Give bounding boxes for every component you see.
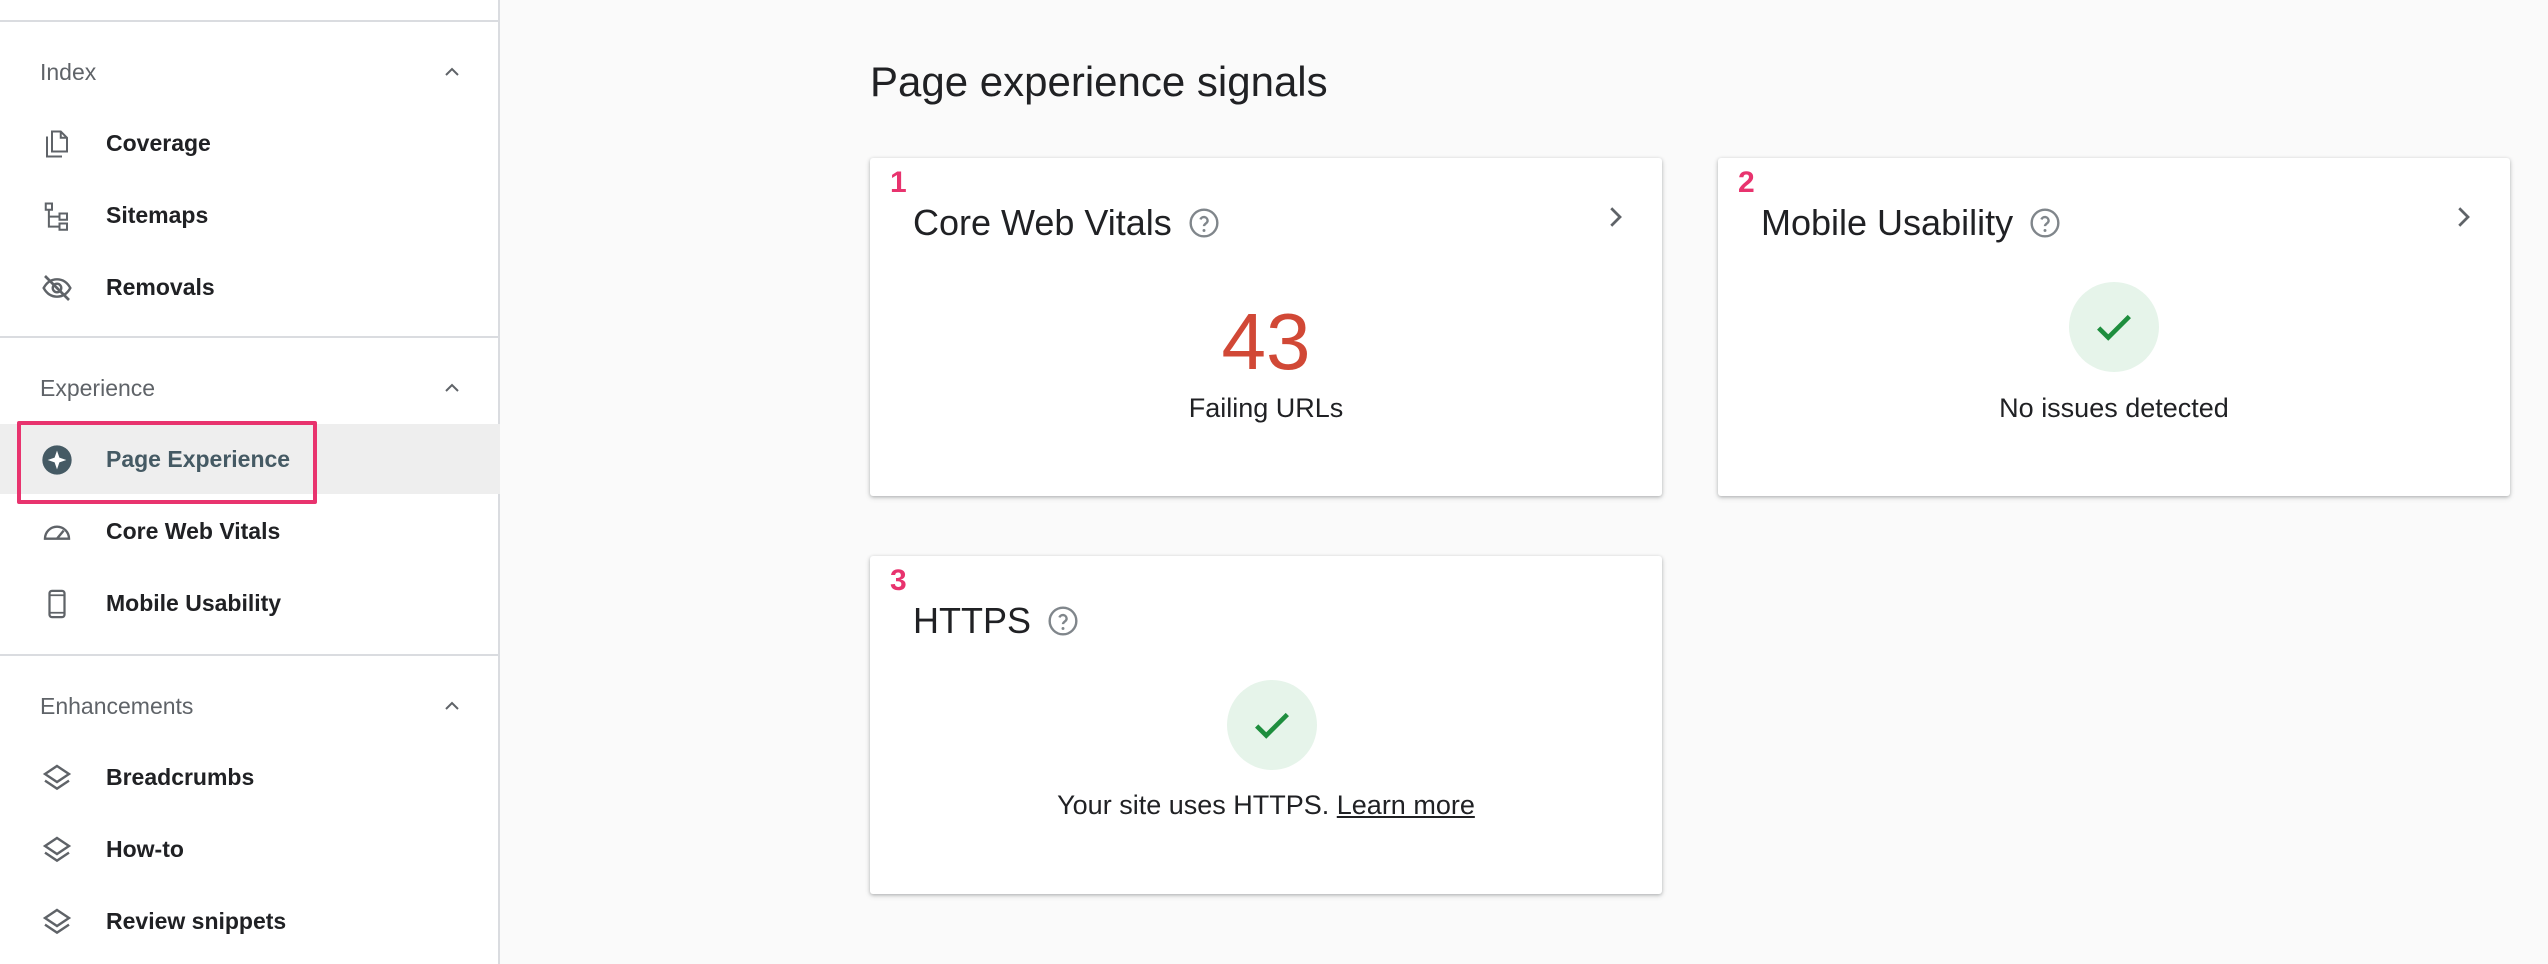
section-header-experience[interactable]: Experience: [0, 358, 500, 418]
divider: [0, 20, 500, 22]
failing-count: 43: [1221, 297, 1311, 386]
card-title: Mobile Usability: [1761, 202, 2061, 244]
page-title: Page experience signals: [870, 58, 1328, 105]
card-title: HTTPS: [913, 600, 1079, 642]
card-number: 1: [890, 166, 907, 199]
section-header-index[interactable]: Index: [0, 42, 500, 102]
phone-icon: [40, 587, 74, 621]
section-label: Index: [40, 58, 97, 85]
sidebar-item-sitemaps[interactable]: Sitemaps: [0, 180, 500, 250]
sidebar-item-label: Mobile Usability: [106, 589, 282, 616]
page-experience-icon: [40, 443, 74, 477]
sidebar-item-label: Page Experience: [106, 445, 291, 472]
sitemap-icon: [40, 199, 74, 233]
coverage-icon: [40, 127, 74, 161]
sidebar-item-core-web-vitals[interactable]: Core Web Vitals: [0, 496, 500, 566]
learn-more-link[interactable]: Learn more: [1337, 790, 1475, 820]
card-title-text: Mobile Usability: [1761, 202, 2014, 243]
card-number: 3: [890, 564, 907, 597]
https-status-text: Your site uses HTTPS.: [1057, 790, 1330, 820]
chevron-right-icon[interactable]: [1600, 202, 1630, 232]
sidebar-item-label: Sitemaps: [106, 201, 209, 228]
layers-icon: [40, 761, 74, 795]
sidebar-item-page-experience[interactable]: Page Experience: [0, 424, 500, 494]
sidebar-item-review-snippets[interactable]: Review snippets: [0, 886, 500, 956]
speedometer-icon: [40, 515, 74, 549]
sidebar-item-how-to[interactable]: How-to: [0, 814, 500, 884]
sidebar-item-label: How-to: [106, 835, 184, 862]
sidebar-item-removals[interactable]: Removals: [0, 252, 500, 322]
divider: [0, 336, 500, 338]
layers-icon: [40, 905, 74, 939]
sidebar-item-label: Removals: [106, 273, 215, 300]
help-icon[interactable]: [1047, 605, 1079, 637]
chevron-right-icon[interactable]: [2448, 202, 2478, 232]
https-status: Your site uses HTTPS. Learn more: [870, 790, 1662, 821]
sidebar: Index Coverage Sitemaps Removals Experie…: [0, 0, 500, 964]
check-icon: [2069, 282, 2159, 372]
card-title-text: HTTPS: [913, 600, 1032, 641]
sidebar-item-label: Coverage: [106, 129, 211, 156]
sidebar-item-coverage[interactable]: Coverage: [0, 108, 500, 178]
eye-off-icon: [40, 271, 74, 305]
section-label: Enhancements: [40, 692, 194, 719]
sidebar-item-label: Review snippets: [106, 907, 287, 934]
check-icon: [1227, 680, 1317, 770]
sidebar-item-label: Core Web Vitals: [106, 517, 281, 544]
card-number: 2: [1738, 166, 1755, 199]
failing-urls-label: Failing URLs: [1188, 393, 1344, 423]
sidebar-item-label: Breadcrumbs: [106, 763, 255, 790]
section-label: Experience: [40, 374, 156, 401]
no-issues-label: No issues detected: [1999, 393, 2229, 423]
section-header-enhancements[interactable]: Enhancements: [0, 676, 500, 736]
card-https: 3 HTTPS Your site uses HTTPS. Learn more: [870, 556, 1662, 894]
card-title: Core Web Vitals: [913, 202, 1220, 244]
chevron-up-icon: [445, 67, 459, 76]
layers-icon: [40, 833, 74, 867]
divider: [0, 654, 500, 656]
sidebar-item-breadcrumbs[interactable]: Breadcrumbs: [0, 742, 500, 812]
help-icon[interactable]: [1188, 207, 1220, 239]
card-mobile-usability[interactable]: 2 Mobile Usability No issues detected: [1718, 158, 2510, 496]
chevron-up-icon: [445, 383, 459, 392]
sidebar-item-mobile-usability[interactable]: Mobile Usability: [0, 568, 500, 638]
help-icon[interactable]: [2029, 207, 2061, 239]
card-title-text: Core Web Vitals: [913, 202, 1172, 243]
card-core-web-vitals[interactable]: 1 Core Web Vitals 43 Failing URLs: [870, 158, 1662, 496]
chevron-up-icon: [445, 701, 459, 710]
